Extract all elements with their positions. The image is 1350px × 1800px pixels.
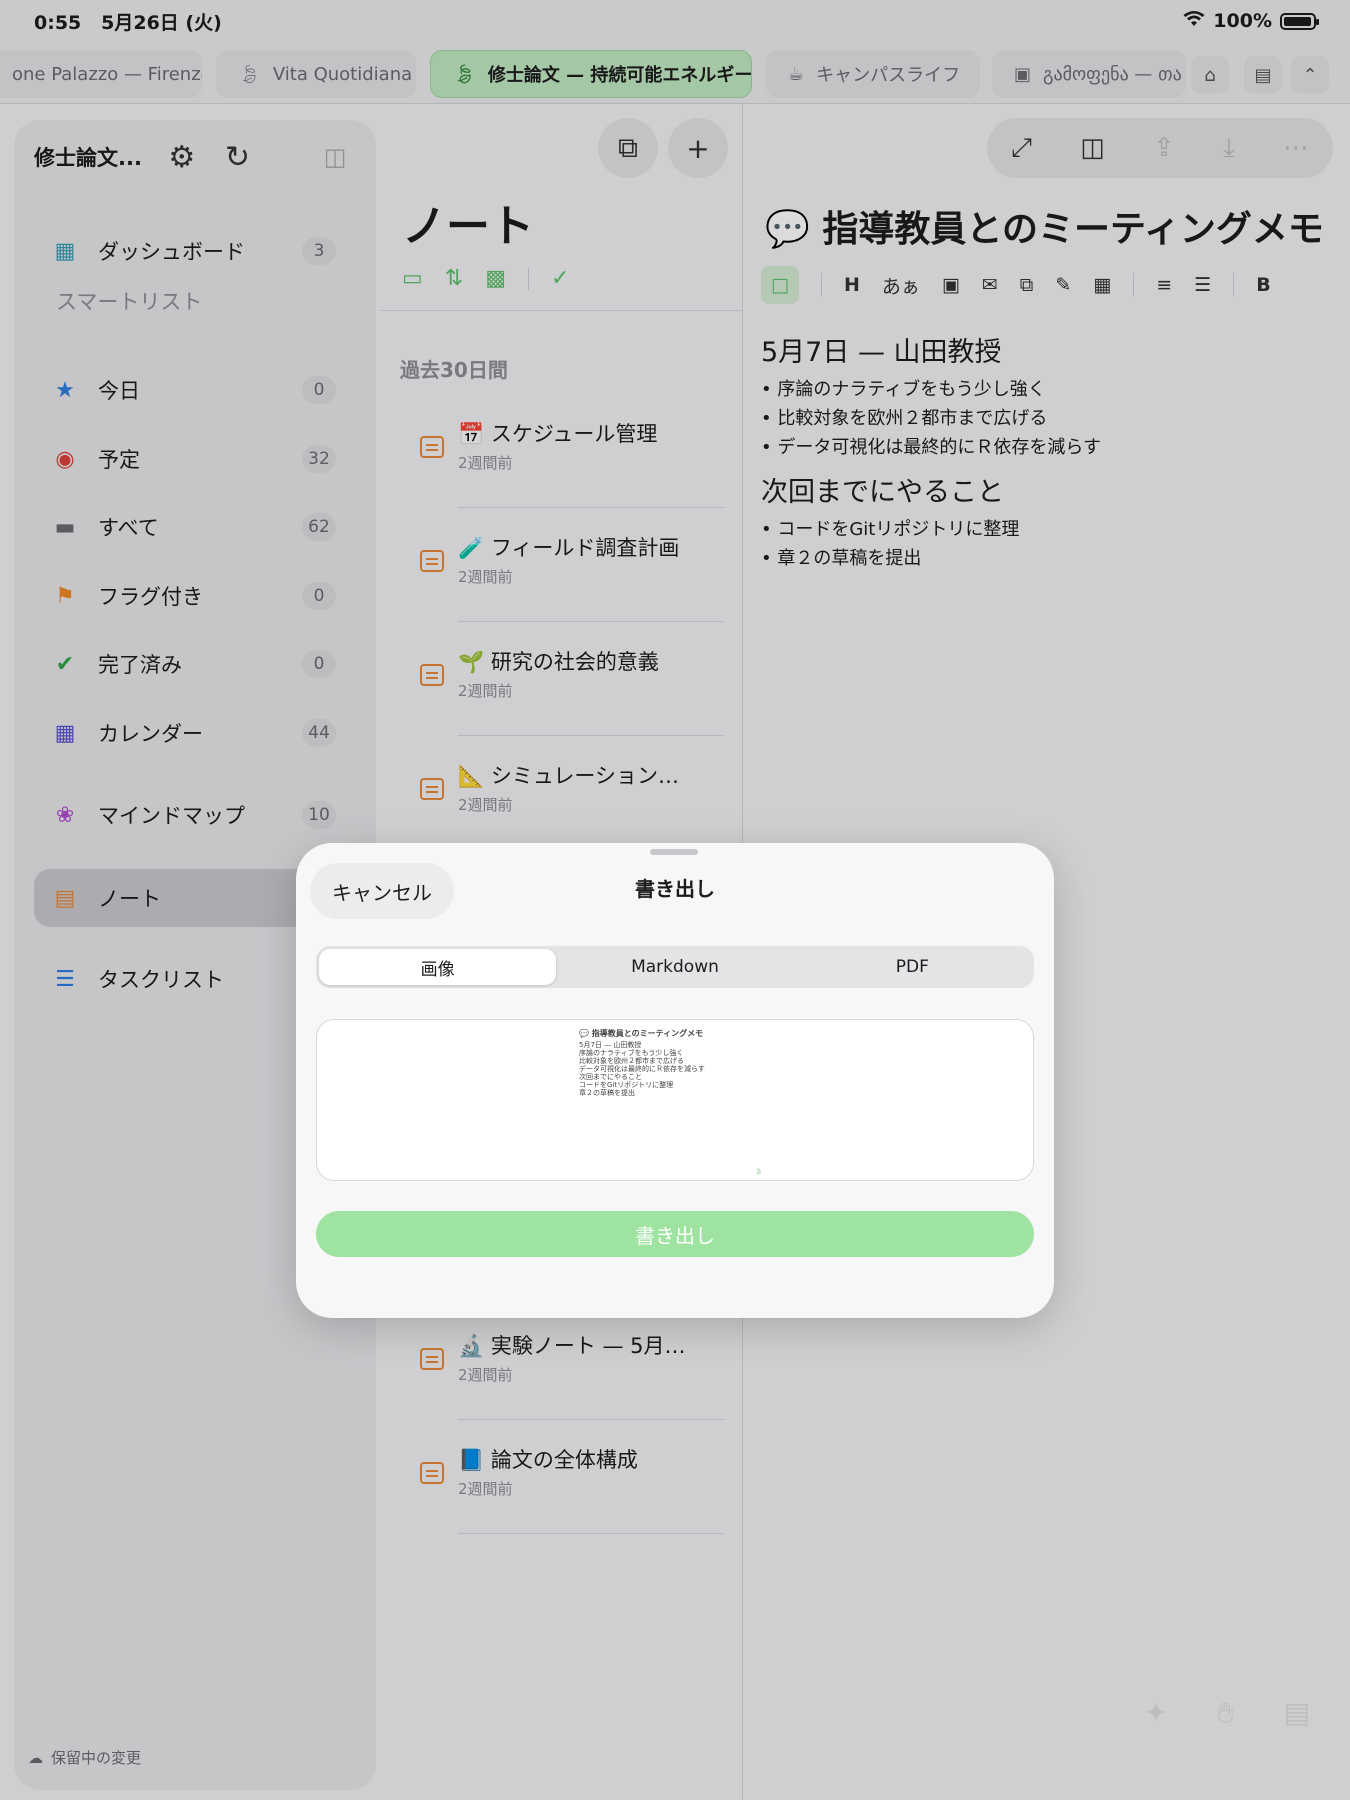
segment-image[interactable]: 画像 bbox=[319, 949, 557, 985]
preview-line: 比較対象を欧州２都市まで広げる bbox=[579, 1057, 684, 1065]
export-preview: 💬 指導教員とのミーティングメモ 5月7日 — 山田教授 序論のナラティブをもう… bbox=[316, 1019, 1034, 1181]
segment-markdown[interactable]: Markdown bbox=[556, 949, 793, 985]
preview-line: コードをGitリポジトリに整理 bbox=[579, 1081, 674, 1089]
preview-line: 5月7日 — 山田教授 bbox=[579, 1041, 642, 1049]
leaf-logo-icon: 🍃︎ bbox=[755, 1168, 763, 1175]
preview-line: 次回までにやること bbox=[579, 1073, 642, 1081]
export-button[interactable]: 書き出し bbox=[316, 1211, 1034, 1257]
preview-line: 序論のナラティブをもう少し強く bbox=[579, 1049, 684, 1057]
segment-pdf[interactable]: PDF bbox=[794, 949, 1031, 985]
sheet-title: 書き出し bbox=[635, 877, 715, 901]
sheet-grabber[interactable] bbox=[650, 849, 698, 855]
format-segmented-control: 画像 Markdown PDF bbox=[316, 946, 1034, 988]
preview-title: 💬 指導教員とのミーティングメモ bbox=[579, 1029, 704, 1038]
export-sheet: キャンセル 書き出し 画像 Markdown PDF 💬 指導教員とのミーティン… bbox=[296, 843, 1054, 1318]
preview-line: 章２の草稿を提出 bbox=[579, 1089, 635, 1097]
preview-line: データ可視化は最終的にＲ依存を減らす bbox=[579, 1065, 705, 1073]
preview-document: 💬 指導教員とのミーティングメモ 5月7日 — 山田教授 序論のナラティブをもう… bbox=[579, 1029, 729, 1098]
